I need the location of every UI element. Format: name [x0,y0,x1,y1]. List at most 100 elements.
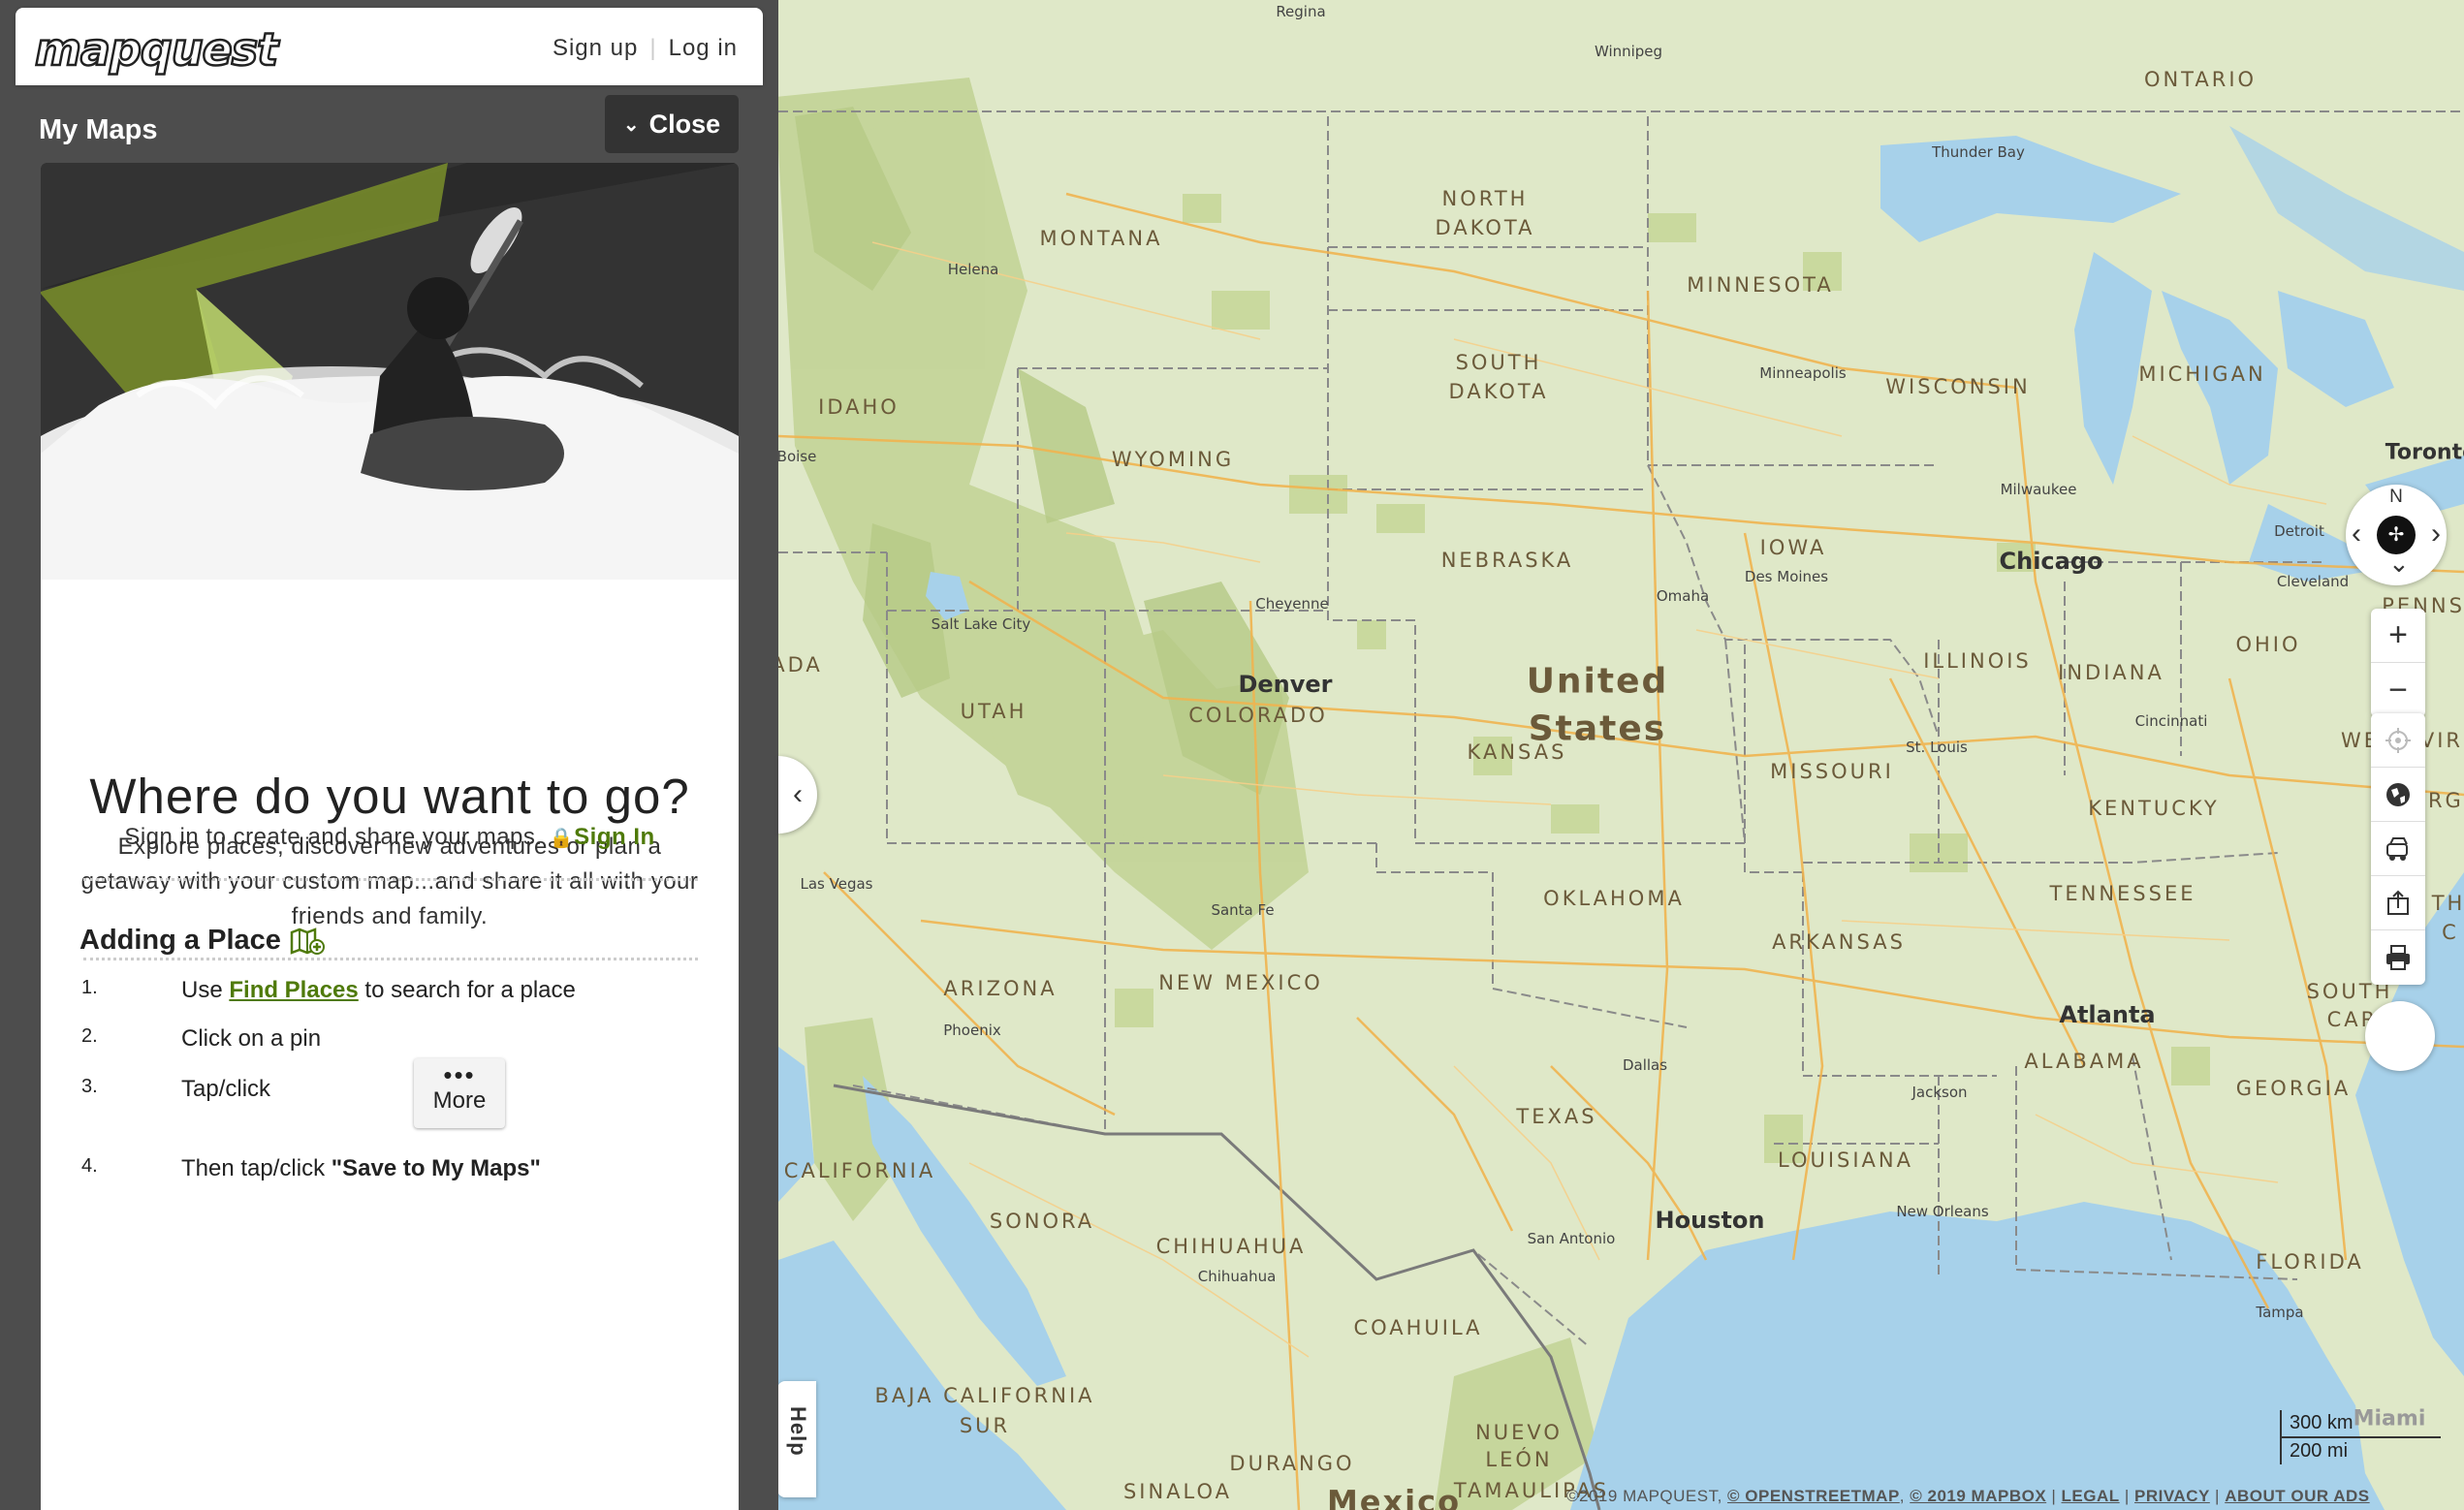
map-tools [2371,713,2425,985]
step-2-text: Click on a pin [181,1025,322,1052]
signin-prompt: Sign in to create and share your maps. [124,824,543,850]
map-label-dakota-2: DAKOTA [1448,380,1549,403]
map-label-dakota: DAKOTA [1435,216,1535,239]
pan-right-icon[interactable]: › [2431,519,2441,549]
map-label-durango: DURANGO [1229,1452,1355,1475]
login-link[interactable]: Log in [669,35,738,61]
chevron-down-icon: ⌄ [622,113,640,136]
map-country-mexico: Mexico [1326,1483,1462,1510]
find-places-link[interactable]: Find Places [229,977,358,1003]
scale-km: 300 km [2280,1410,2441,1438]
map-add-icon [290,927,325,955]
sidebar-panel: mapquest Sign up | Log in My Maps ⌄ Close [0,0,778,1510]
step-2-number: 2. [81,1025,98,1047]
panel-title: My Maps [39,114,158,145]
pan-down-icon[interactable]: ⌄ [2388,551,2410,576]
map-label-sur: SUR [959,1414,1011,1437]
map-city-cincinnati: Cincinnati [2134,712,2208,730]
map-city-denver: Denver [1238,671,1333,698]
close-label: Close [648,109,721,139]
attribution-mapbox-link[interactable]: © 2019 MAPBOX [1910,1487,2046,1505]
map-city-jackson: Jackson [1911,1084,1968,1101]
legal-link[interactable]: LEGAL [2062,1487,2120,1505]
share-button[interactable] [2371,876,2425,930]
zoom-in-button[interactable]: + [2371,609,2425,663]
step-1-before: Use [181,977,230,1003]
map-layers-button[interactable] [2371,768,2425,822]
map-label-colorado: COLORADO [1188,704,1328,727]
help-tab[interactable]: Help [777,1381,816,1497]
map-label-idaho: IDAHO [818,395,900,419]
traffic-button[interactable] [2371,822,2425,876]
step-4-text: Then tap/click "Save to My Maps" [181,1155,541,1182]
map-city-cleveland: Cleveland [2276,573,2350,590]
map-city-st-louis: St. Louis [1906,739,1968,756]
map-label-alabama: ALABAMA [2024,1050,2144,1073]
map-label-north: NORTH [1441,187,1529,210]
lock-icon: 🔒 [549,828,575,849]
top-bar: mapquest Sign up | Log in [16,8,763,85]
map-label-south: SOUTH [1455,351,1542,374]
adding-place-title: Adding a Place [79,925,326,957]
map-city-tampa: Tampa [2256,1304,2304,1321]
recenter-icon[interactable]: ✢ [2377,516,2416,554]
signup-link[interactable]: Sign up [553,35,638,61]
map-label-iowa: IOWA [1759,536,1827,559]
map-label-utah: UTAH [960,700,1027,723]
map-label-new-mexico: NEW MEXICO [1158,971,1323,994]
map-city-omaha: Omaha [1656,587,1710,605]
step-3-number: 3. [81,1076,98,1097]
map-label-coahuila: COAHUILA [1353,1316,1483,1339]
mapquest-logo[interactable]: mapquest [34,22,280,78]
map-attribution: ©2019 MAPQUEST, © OPENSTREETMAP, © 2019 … [1566,1487,2370,1505]
locate-me-button[interactable] [2371,713,2425,768]
signin-link-label: Sign In [574,824,655,850]
step-4-before: Then tap/click [181,1155,332,1181]
attribution-copyright: ©2019 MAPQUEST, [1566,1487,1728,1505]
map-label-minnesota: MINNESOTA [1687,273,1834,297]
signin-container: Sign in to create and share your maps. 🔒… [41,824,739,851]
map-label-florida: FLORIDA [2256,1250,2364,1274]
map-city-milwaukee: Milwaukee [2000,481,2077,498]
map-city-houston: Houston [1655,1207,1765,1234]
zoom-out-button[interactable]: − [2371,663,2425,717]
map-label-th: TH [2431,892,2464,915]
map-city-las-vegas: Las Vegas [800,875,873,893]
signin-link[interactable]: 🔒Sign In [550,824,655,850]
map-city-atlanta: Atlanta [2059,1001,2156,1028]
about-ads-link[interactable]: ABOUT OUR ADS [2225,1487,2369,1505]
map-label-leon: LEÓN [1485,1448,1553,1471]
pan-left-icon[interactable]: ‹ [2352,519,2361,549]
map-city-dallas: Dallas [1622,1056,1668,1074]
map-city-cheyenne: Cheyenne [1255,595,1329,613]
step-1-text: Use Find Places to search for a place [181,977,576,1004]
printer-icon [2386,945,2410,970]
privacy-link[interactable]: PRIVACY [2134,1487,2210,1505]
map-country-label: United States [1526,661,1669,748]
map-city-salt-lake-city: Salt Lake City [931,615,1031,633]
map-label-nebraska: NEBRASKA [1440,549,1574,572]
hero-image [41,163,739,580]
step-3-label: Tap/click [181,1076,271,1102]
map-city-des-moines: Des Moines [1744,568,1829,585]
map-label-sinaloa: SINALOA [1122,1480,1233,1503]
map-label-louisiana: LOUISIANA [1777,1148,1914,1172]
map-label-nuevo: NUEVO [1475,1421,1563,1444]
chevron-left-icon: ‹ [793,778,803,810]
attribution-osm-link[interactable]: © OPENSTREETMAP [1727,1487,1900,1505]
globe-icon [2386,782,2410,806]
print-button[interactable] [2371,930,2425,985]
map-label-rgi: RGI [2427,789,2464,812]
compass-control[interactable]: N ‹ › ⌄ ✢ [2346,485,2447,585]
map-label-arkansas: ARKANSAS [1772,930,1906,954]
map-label-oklahoma: OKLAHOMA [1543,887,1685,910]
divider-top [83,958,698,960]
map-label-indiana: INDIANA [2058,661,2164,684]
close-panel-button[interactable]: ⌄ Close [605,95,739,153]
map-label-arizona: ARIZONA [943,977,1058,1000]
map-label-kentucky: KENTUCKY [2088,797,2220,820]
map-action-button[interactable] [2365,1001,2435,1071]
help-label: Help [786,1406,810,1457]
map-city-helena: Helena [947,261,999,278]
auth-links: Sign up | Log in [553,35,738,62]
